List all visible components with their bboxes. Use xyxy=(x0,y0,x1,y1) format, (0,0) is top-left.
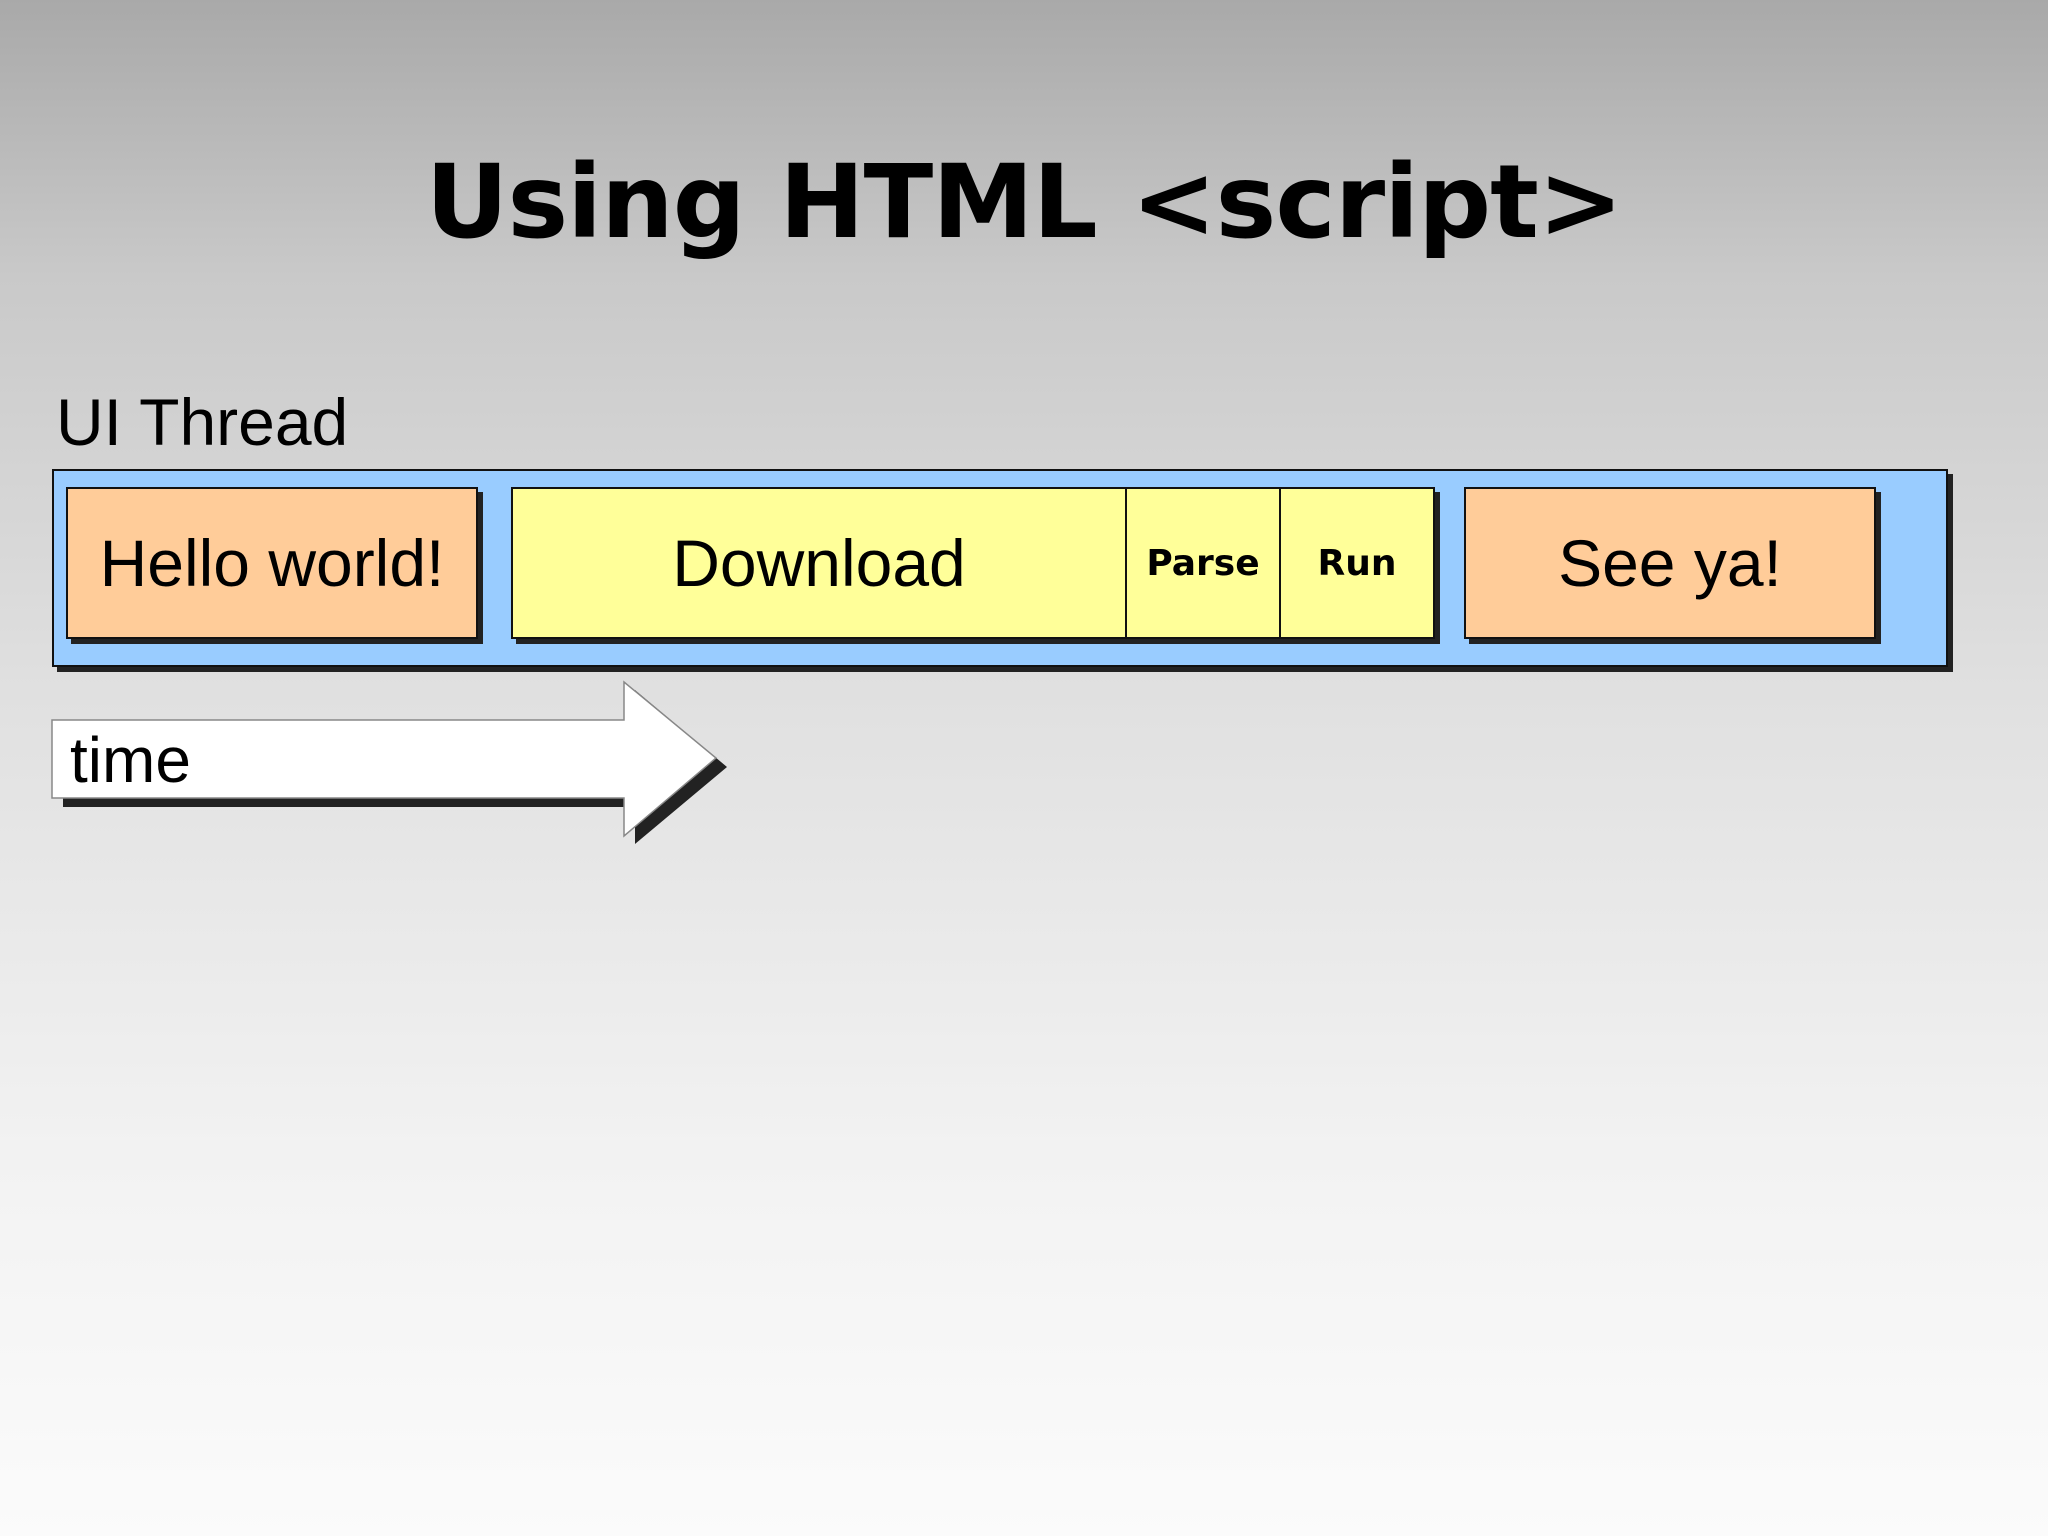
hello-world-block: Hello world! xyxy=(66,487,478,639)
download-block: Download xyxy=(511,487,1127,639)
time-label: time xyxy=(70,724,191,796)
ui-thread-label: UI Thread xyxy=(56,385,349,459)
run-label: Run xyxy=(1317,542,1397,584)
parse-block: Parse xyxy=(1125,487,1281,639)
run-block: Run xyxy=(1279,487,1435,639)
download-label: Download xyxy=(672,526,966,600)
see-ya-label: See ya! xyxy=(1558,526,1782,600)
see-ya-block: See ya! xyxy=(1464,487,1876,639)
hello-world-label: Hello world! xyxy=(99,526,445,600)
parse-label: Parse xyxy=(1146,542,1260,584)
slide-title: Using HTML <script> xyxy=(425,143,1624,262)
